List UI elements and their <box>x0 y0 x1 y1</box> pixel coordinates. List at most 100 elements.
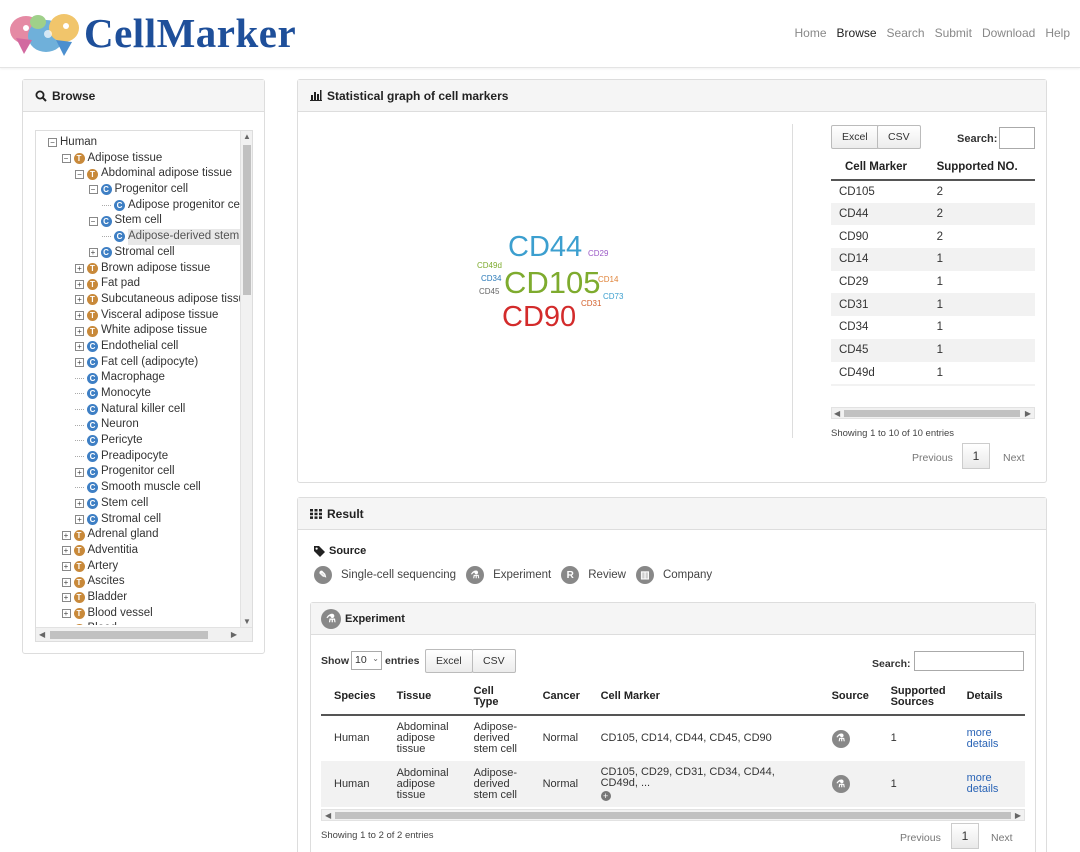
col-supported-no[interactable]: Supported NO. <box>922 154 1035 181</box>
stats-csv-button[interactable]: CSV <box>877 125 921 149</box>
tree-node-fat-pad[interactable]: + T Fat pad <box>40 276 240 292</box>
col-supported-sources[interactable]: Supported Sources <box>879 679 956 716</box>
tree-node-adipose-derived-stem-c[interactable]: C Adipose-derived stem c <box>40 229 240 245</box>
cloud-word-cd44[interactable]: CD44 <box>508 231 582 264</box>
expand-markers-icon[interactable]: + <box>600 791 611 801</box>
col-tissue[interactable]: Tissue <box>383 679 463 716</box>
stats-search-input[interactable] <box>999 127 1035 149</box>
experiment-csv-button[interactable]: CSV <box>472 649 516 673</box>
nav-browse[interactable]: Browse <box>837 26 877 40</box>
col-cell-type[interactable]: Cell Type <box>462 679 532 716</box>
col-source[interactable]: Source <box>819 679 880 716</box>
expand-icon[interactable]: + <box>61 577 71 587</box>
more-details-link[interactable]: more details <box>967 727 999 750</box>
tree-node-natural-killer-cell[interactable]: C Natural killer cell <box>40 402 240 418</box>
expand-icon[interactable]: + <box>88 248 98 258</box>
tree-node-human[interactable]: − Human <box>40 135 240 151</box>
tree-node-pericyte[interactable]: C Pericyte <box>40 433 240 449</box>
experiment-next-button[interactable]: Next <box>991 832 1013 844</box>
col-cancer[interactable]: Cancer <box>531 679 590 716</box>
expand-icon[interactable]: + <box>75 499 84 509</box>
scroll-right-icon[interactable]: ▶ <box>1015 811 1021 820</box>
tree-node-macrophage[interactable]: C Macrophage <box>40 370 240 386</box>
tree-node-blood-vessel[interactable]: + T Blood vessel <box>40 606 240 622</box>
tree-node-bladder[interactable]: + T Bladder <box>40 590 240 606</box>
stats-excel-button[interactable]: Excel <box>831 125 879 149</box>
cloud-word-cd31[interactable]: CD31 <box>581 299 601 308</box>
cloud-word-cd14[interactable]: CD14 <box>598 275 618 284</box>
expand-icon[interactable]: + <box>75 467 84 477</box>
tree-node-smooth-muscle-cell[interactable]: C Smooth muscle cell <box>40 480 240 496</box>
tree-node-neuron[interactable]: C Neuron <box>40 417 240 433</box>
tree-node-endothelial-cell[interactable]: + C Endothelial cell <box>40 339 240 355</box>
cloud-word-cd90[interactable]: CD90 <box>502 301 576 334</box>
expand-icon[interactable]: + <box>75 279 84 289</box>
collapse-icon[interactable]: − <box>75 169 84 179</box>
tree-vertical-scroll-thumb[interactable] <box>243 145 251 295</box>
expand-icon[interactable]: + <box>75 514 84 524</box>
scroll-left-icon[interactable]: ◀ <box>834 409 840 418</box>
tree-node-brown-adipose-tissue[interactable]: + T Brown adipose tissue <box>40 261 240 277</box>
col-cell-marker[interactable]: Cell Marker <box>831 154 923 181</box>
scroll-left-icon[interactable]: ◀ <box>39 630 45 639</box>
logo[interactable]: CellMarker <box>6 8 296 58</box>
nav-help[interactable]: Help <box>1045 26 1070 40</box>
nav-submit[interactable]: Submit <box>935 26 972 40</box>
stats-page-1-button[interactable]: 1 <box>962 443 990 469</box>
scroll-down-icon[interactable]: ▼ <box>243 617 251 626</box>
tree-node-fat-cell-adipocyte[interactable]: + C Fat cell (adipocyte) <box>40 355 240 371</box>
collapse-icon[interactable]: − <box>61 154 71 164</box>
tree-node-preadipocyte[interactable]: C Preadipocyte <box>40 449 240 465</box>
expand-icon[interactable]: + <box>61 546 71 556</box>
experiment-table-hscroll[interactable]: ◀ ▶ <box>321 809 1025 821</box>
nav-search[interactable]: Search <box>887 26 925 40</box>
expand-icon[interactable]: + <box>75 295 84 305</box>
tree-node-stem-cell[interactable]: − C Stem cell <box>40 213 240 229</box>
experiment-search-input[interactable] <box>914 651 1024 671</box>
more-details-link[interactable]: more details <box>967 772 999 795</box>
cloud-word-cd45[interactable]: CD45 <box>479 287 499 296</box>
experiment-table-hscroll-thumb[interactable] <box>335 812 1011 819</box>
tree-node-artery[interactable]: + T Artery <box>40 559 240 575</box>
tree-node-adventitia[interactable]: + T Adventitia <box>40 543 240 559</box>
stats-previous-button[interactable]: Previous <box>912 452 953 464</box>
tree-horizontal-scroll-thumb[interactable] <box>50 631 208 639</box>
experiment-page-1-button[interactable]: 1 <box>951 823 979 849</box>
col-species[interactable]: Species <box>321 679 384 716</box>
scroll-left-icon[interactable]: ◀ <box>325 811 331 820</box>
expand-icon[interactable]: + <box>61 593 71 603</box>
tree-node-white-adipose-tissue[interactable]: + T White adipose tissue <box>40 323 240 339</box>
tree-node-monocyte[interactable]: C Monocyte <box>40 386 240 402</box>
scroll-up-icon[interactable]: ▲ <box>243 132 251 141</box>
page-length-select[interactable]: 10 ⌄ <box>351 651 382 670</box>
expand-icon[interactable]: + <box>75 342 84 352</box>
stats-table-hscroll-thumb[interactable] <box>844 410 1020 417</box>
col-details[interactable]: Details <box>955 679 1025 716</box>
expand-icon[interactable]: + <box>75 357 84 367</box>
expand-icon[interactable]: + <box>61 530 71 540</box>
tree-node-stromal-cell[interactable]: + C Stromal cell <box>40 245 240 261</box>
expand-icon[interactable]: + <box>61 561 71 571</box>
expand-icon[interactable]: + <box>75 263 84 273</box>
cloud-word-cd29[interactable]: CD29 <box>588 249 608 258</box>
cloud-word-cd34[interactable]: CD34 <box>481 274 501 283</box>
tree-node-visceral-adipose-tissue[interactable]: + T Visceral adipose tissue <box>40 308 240 324</box>
cloud-word-cd73[interactable]: CD73 <box>603 292 623 301</box>
nav-download[interactable]: Download <box>982 26 1035 40</box>
stats-next-button[interactable]: Next <box>1003 452 1025 464</box>
tree-node-abdominal-adipose-tissue[interactable]: − T Abdominal adipose tissue <box>40 166 240 182</box>
experiment-previous-button[interactable]: Previous <box>900 832 941 844</box>
collapse-icon[interactable]: − <box>88 185 98 195</box>
scroll-right-icon[interactable]: ▶ <box>1025 409 1031 418</box>
tree-node-stem-cell[interactable]: + C Stem cell <box>40 496 240 512</box>
nav-home[interactable]: Home <box>795 26 827 40</box>
cloud-word-cd105[interactable]: CD105 <box>504 265 601 301</box>
tree-node-subcutaneous-adipose-tissue[interactable]: + T Subcutaneous adipose tissue <box>40 292 240 308</box>
tree-node-progenitor-cell[interactable]: + C Progenitor cell <box>40 464 240 480</box>
experiment-excel-button[interactable]: Excel <box>425 649 473 673</box>
scroll-right-icon[interactable]: ▶ <box>231 630 237 639</box>
tree-vertical-scrollbar[interactable]: ▲ ▼ <box>240 131 252 627</box>
tree-node-progenitor-cell[interactable]: − C Progenitor cell <box>40 182 240 198</box>
cloud-word-cd49d[interactable]: CD49d <box>477 261 502 270</box>
expand-icon[interactable]: + <box>61 608 71 618</box>
